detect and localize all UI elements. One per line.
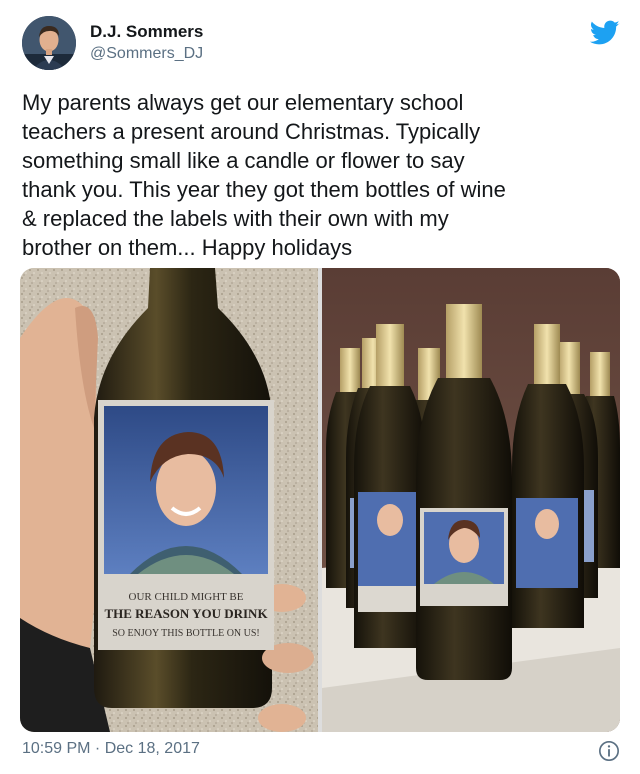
timestamp-separator: · (90, 740, 105, 757)
label-line-2: THE REASON YOU DRINK (104, 606, 268, 621)
media-photo-left[interactable]: OUR CHILD MIGHT BE THE REASON YOU DRINK … (20, 268, 318, 732)
tweet-text-line: My parents always get our elementary sch… (22, 90, 464, 115)
avatar-photo (22, 16, 76, 70)
avatar[interactable] (22, 16, 76, 70)
tweet-date[interactable]: Dec 18, 2017 (105, 740, 200, 757)
media-photo-right[interactable] (322, 268, 620, 732)
tweet-text-line: thank you. This year they got them bottl… (22, 177, 506, 202)
bottles-row-photo (322, 268, 620, 732)
tweet-text-line: brother on them... Happy holidays (22, 235, 353, 260)
label-line-3: SO ENJOY THIS BOTTLE ON US! (112, 628, 260, 639)
twitter-bird-icon[interactable] (590, 20, 620, 46)
author-handle[interactable]: @Sommers_DJ (90, 45, 203, 63)
tweet-text-line: something small like a candle or flower … (22, 148, 465, 173)
tweet-text-line: teachers a present around Christmas. Typ… (22, 119, 481, 144)
label-line-1: OUR CHILD MIGHT BE (129, 591, 244, 603)
tweet-time[interactable]: 10:59 PM (22, 740, 90, 757)
bottle-in-hand-photo: OUR CHILD MIGHT BE THE REASON YOU DRINK … (20, 268, 318, 732)
author-display-name[interactable]: D.J. Sommers (90, 22, 203, 42)
tweet-text: My parents always get our elementary sch… (22, 88, 612, 262)
tweet-text-line: & replaced the labels with their own wit… (22, 206, 449, 231)
info-icon[interactable] (598, 740, 620, 762)
tweet-media[interactable]: OUR CHILD MIGHT BE THE REASON YOU DRINK … (20, 268, 620, 732)
tweet-card: D.J. Sommers @Sommers_DJ My parents alwa… (0, 0, 640, 774)
tweet-timestamp[interactable]: 10:59 PM · Dec 18, 2017 (22, 740, 200, 758)
